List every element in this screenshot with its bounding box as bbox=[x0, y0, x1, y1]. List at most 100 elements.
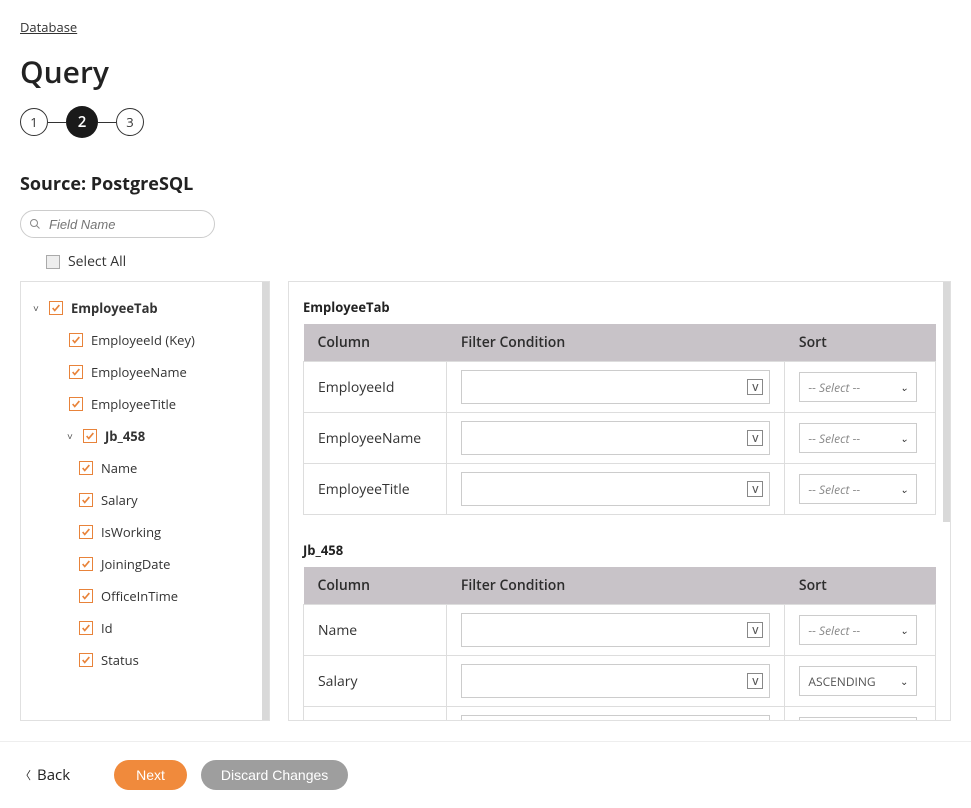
cell-column: EmployeeTitle bbox=[304, 464, 447, 515]
table-row: Salary V ASCENDING⌄ bbox=[304, 656, 936, 707]
chevron-down-icon: ⌄ bbox=[900, 623, 908, 637]
footer: 〈 Back Next Discard Changes bbox=[0, 741, 971, 808]
tree-label: Status bbox=[101, 651, 139, 669]
checkbox[interactable] bbox=[69, 365, 83, 379]
breadcrumb-database[interactable]: Database bbox=[20, 18, 77, 36]
tree-node[interactable]: Salary bbox=[21, 484, 269, 516]
sort-select[interactable]: -- Select --⌄ bbox=[799, 474, 917, 504]
step-3[interactable]: 3 bbox=[116, 108, 144, 136]
select-all-row[interactable]: Select All bbox=[46, 252, 971, 271]
select-all-checkbox[interactable] bbox=[46, 255, 60, 269]
tree-label: EmployeeName bbox=[91, 363, 187, 381]
scrollbar[interactable] bbox=[262, 282, 269, 720]
col-header-sort: Sort bbox=[785, 324, 936, 362]
checkbox[interactable] bbox=[83, 429, 97, 443]
search-icon bbox=[29, 218, 41, 230]
tree-node[interactable]: EmployeeId (Key) bbox=[21, 324, 269, 356]
filter-input[interactable]: V bbox=[461, 613, 770, 647]
table-row: ⌄ bbox=[304, 707, 936, 722]
tree-label: OfficeInTime bbox=[101, 587, 178, 605]
checkbox[interactable] bbox=[69, 397, 83, 411]
chevron-left-icon: 〈 bbox=[20, 767, 31, 783]
cell-column: EmployeeName bbox=[304, 413, 447, 464]
variable-icon[interactable]: V bbox=[747, 430, 763, 446]
filter-input[interactable] bbox=[461, 715, 770, 721]
table-row: EmployeeName V -- Select --⌄ bbox=[304, 413, 936, 464]
tree-node-jb458[interactable]: ˅ Jb_458 bbox=[21, 420, 269, 452]
checkbox[interactable] bbox=[79, 493, 93, 507]
tree-node[interactable]: Id bbox=[21, 612, 269, 644]
back-button[interactable]: 〈 Back bbox=[20, 765, 70, 785]
checkbox[interactable] bbox=[79, 525, 93, 539]
checkbox[interactable] bbox=[79, 653, 93, 667]
tree-node[interactable]: Status bbox=[21, 644, 269, 676]
tree-node[interactable]: JoiningDate bbox=[21, 548, 269, 580]
sort-select[interactable]: ⌄ bbox=[799, 717, 917, 721]
conditions-panel: EmployeeTab Column Filter Condition Sort… bbox=[288, 281, 951, 721]
chevron-down-icon[interactable]: ˅ bbox=[67, 429, 79, 443]
scrollbar[interactable] bbox=[943, 282, 950, 522]
variable-icon[interactable]: V bbox=[747, 379, 763, 395]
next-button[interactable]: Next bbox=[114, 760, 187, 790]
checkbox[interactable] bbox=[79, 621, 93, 635]
tree-label: Salary bbox=[101, 491, 138, 509]
table-jb458: Column Filter Condition Sort Name V -- S… bbox=[303, 567, 936, 721]
tree-node[interactable]: IsWorking bbox=[21, 516, 269, 548]
table-row: EmployeeId V -- Select --⌄ bbox=[304, 362, 936, 413]
filter-input[interactable]: V bbox=[461, 472, 770, 506]
checkbox[interactable] bbox=[79, 557, 93, 571]
step-1[interactable]: 1 bbox=[20, 108, 48, 136]
step-2[interactable]: 2 bbox=[66, 106, 98, 138]
tree-label: Id bbox=[101, 619, 113, 637]
tree-node-employeetab[interactable]: ˅ EmployeeTab bbox=[21, 292, 269, 324]
variable-icon[interactable]: V bbox=[747, 622, 763, 638]
sort-select[interactable]: -- Select --⌄ bbox=[799, 615, 917, 645]
tree-node[interactable]: EmployeeName bbox=[21, 356, 269, 388]
checkbox[interactable] bbox=[49, 301, 63, 315]
chevron-down-icon: ⌄ bbox=[900, 482, 908, 496]
select-all-label: Select All bbox=[68, 252, 126, 271]
cell-column: Salary bbox=[304, 656, 447, 707]
tree-node[interactable]: EmployeeTitle bbox=[21, 388, 269, 420]
tree-label: Name bbox=[101, 459, 137, 477]
step-line bbox=[98, 122, 116, 123]
tree-node[interactable]: OfficeInTime bbox=[21, 580, 269, 612]
col-header-filter: Filter Condition bbox=[447, 567, 785, 605]
chevron-down-icon: ⌄ bbox=[900, 431, 908, 445]
table-title: Jb_458 bbox=[303, 541, 936, 559]
back-label: Back bbox=[37, 765, 70, 785]
checkbox[interactable] bbox=[79, 589, 93, 603]
table-title: EmployeeTab bbox=[303, 298, 936, 316]
page-title: Query bbox=[20, 51, 971, 92]
sort-select[interactable]: ASCENDING⌄ bbox=[799, 666, 917, 696]
table-row: Name V -- Select --⌄ bbox=[304, 605, 936, 656]
checkbox[interactable] bbox=[79, 461, 93, 475]
filter-input[interactable]: V bbox=[461, 664, 770, 698]
cell-column: EmployeeId bbox=[304, 362, 447, 413]
search-input[interactable] bbox=[47, 216, 206, 233]
tree-label: JoiningDate bbox=[101, 555, 170, 573]
tree-node[interactable]: Name bbox=[21, 452, 269, 484]
field-tree-panel: ˅ EmployeeTab EmployeeId (Key) EmployeeN… bbox=[20, 281, 270, 721]
cell-column bbox=[304, 707, 447, 722]
search-field[interactable] bbox=[20, 210, 215, 238]
filter-input[interactable]: V bbox=[461, 421, 770, 455]
source-label: Source: PostgreSQL bbox=[20, 172, 971, 196]
col-header-filter: Filter Condition bbox=[447, 324, 785, 362]
stepper: 1 2 3 bbox=[20, 106, 971, 138]
chevron-down-icon: ⌄ bbox=[900, 380, 908, 394]
tree-label: EmployeeId (Key) bbox=[91, 331, 195, 349]
chevron-down-icon[interactable]: ˅ bbox=[33, 301, 45, 315]
discard-button[interactable]: Discard Changes bbox=[201, 760, 348, 790]
tree-label: EmployeeTitle bbox=[91, 395, 176, 413]
filter-input[interactable]: V bbox=[461, 370, 770, 404]
sort-select[interactable]: -- Select --⌄ bbox=[799, 423, 917, 453]
sort-select[interactable]: -- Select --⌄ bbox=[799, 372, 917, 402]
table-employeetab: Column Filter Condition Sort EmployeeId … bbox=[303, 324, 936, 515]
variable-icon[interactable]: V bbox=[747, 481, 763, 497]
chevron-down-icon: ⌄ bbox=[900, 674, 908, 688]
variable-icon[interactable]: V bbox=[747, 673, 763, 689]
checkbox[interactable] bbox=[69, 333, 83, 347]
col-header-column: Column bbox=[304, 324, 447, 362]
col-header-column: Column bbox=[304, 567, 447, 605]
